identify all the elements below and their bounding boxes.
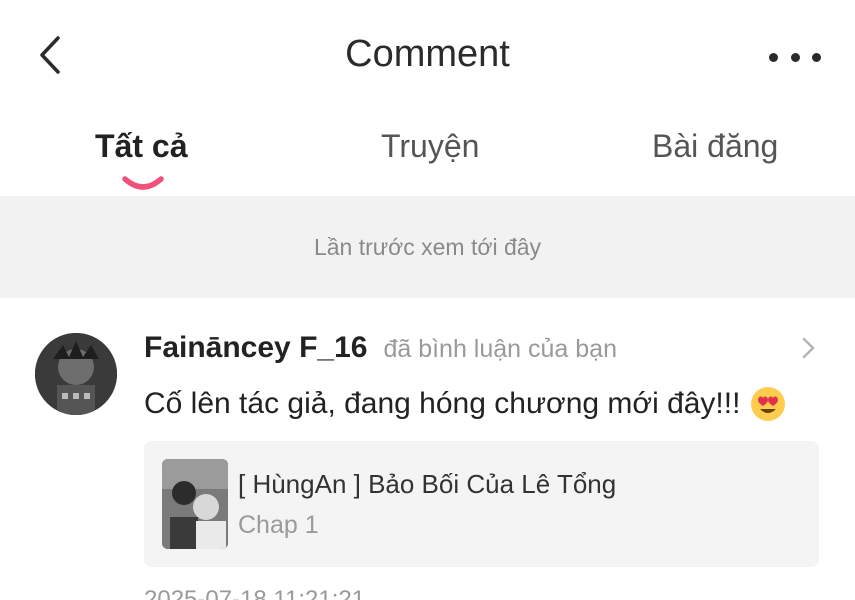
avatar[interactable] [35,333,117,415]
tab-stories[interactable]: Truyện [381,128,479,165]
heart-eyes-emoji-icon [751,387,786,421]
comment-header: Faināncey F_16 đã bình luận của bạn [144,331,617,365]
avatar-image [35,333,117,415]
last-seen-label: Lần trước xem tới đây [313,233,542,260]
chapter-label: Chap 1 [238,511,319,539]
comment-body: Cố lên tác giả, đang hóng chương mới đây… [144,387,741,420]
last-seen-divider: Lần trước xem tới đây [0,196,855,298]
timestamp: 2025-07-18 11:21:21 [144,586,366,600]
story-card[interactable]: [ HùngAn ] Bảo Bối Của Lê Tổng Chap 1 [144,441,819,567]
story-cover [162,459,228,549]
page-title: Comment [345,33,510,75]
more-options-button[interactable] [769,44,821,70]
comment-text: Cố lên tác giả, đang hóng chương mới đây… [144,386,786,422]
more-horizontal-icon [769,52,778,62]
top-bar: Comment [0,0,855,112]
notification-item[interactable]: Faināncey F_16 đã bình luận của bạn Cố l… [0,298,855,600]
story-title: [ HùngAn ] Bảo Bối Của Lê Tổng [238,469,617,499]
tab-all[interactable]: Tất cả [95,128,187,165]
username[interactable]: Faināncey F_16 [144,331,367,365]
tab-posts[interactable]: Bài đăng [652,128,778,165]
active-tab-indicator [122,176,164,190]
action-text: đã bình luận của bạn [383,335,617,363]
chevron-right-icon[interactable] [801,336,817,360]
